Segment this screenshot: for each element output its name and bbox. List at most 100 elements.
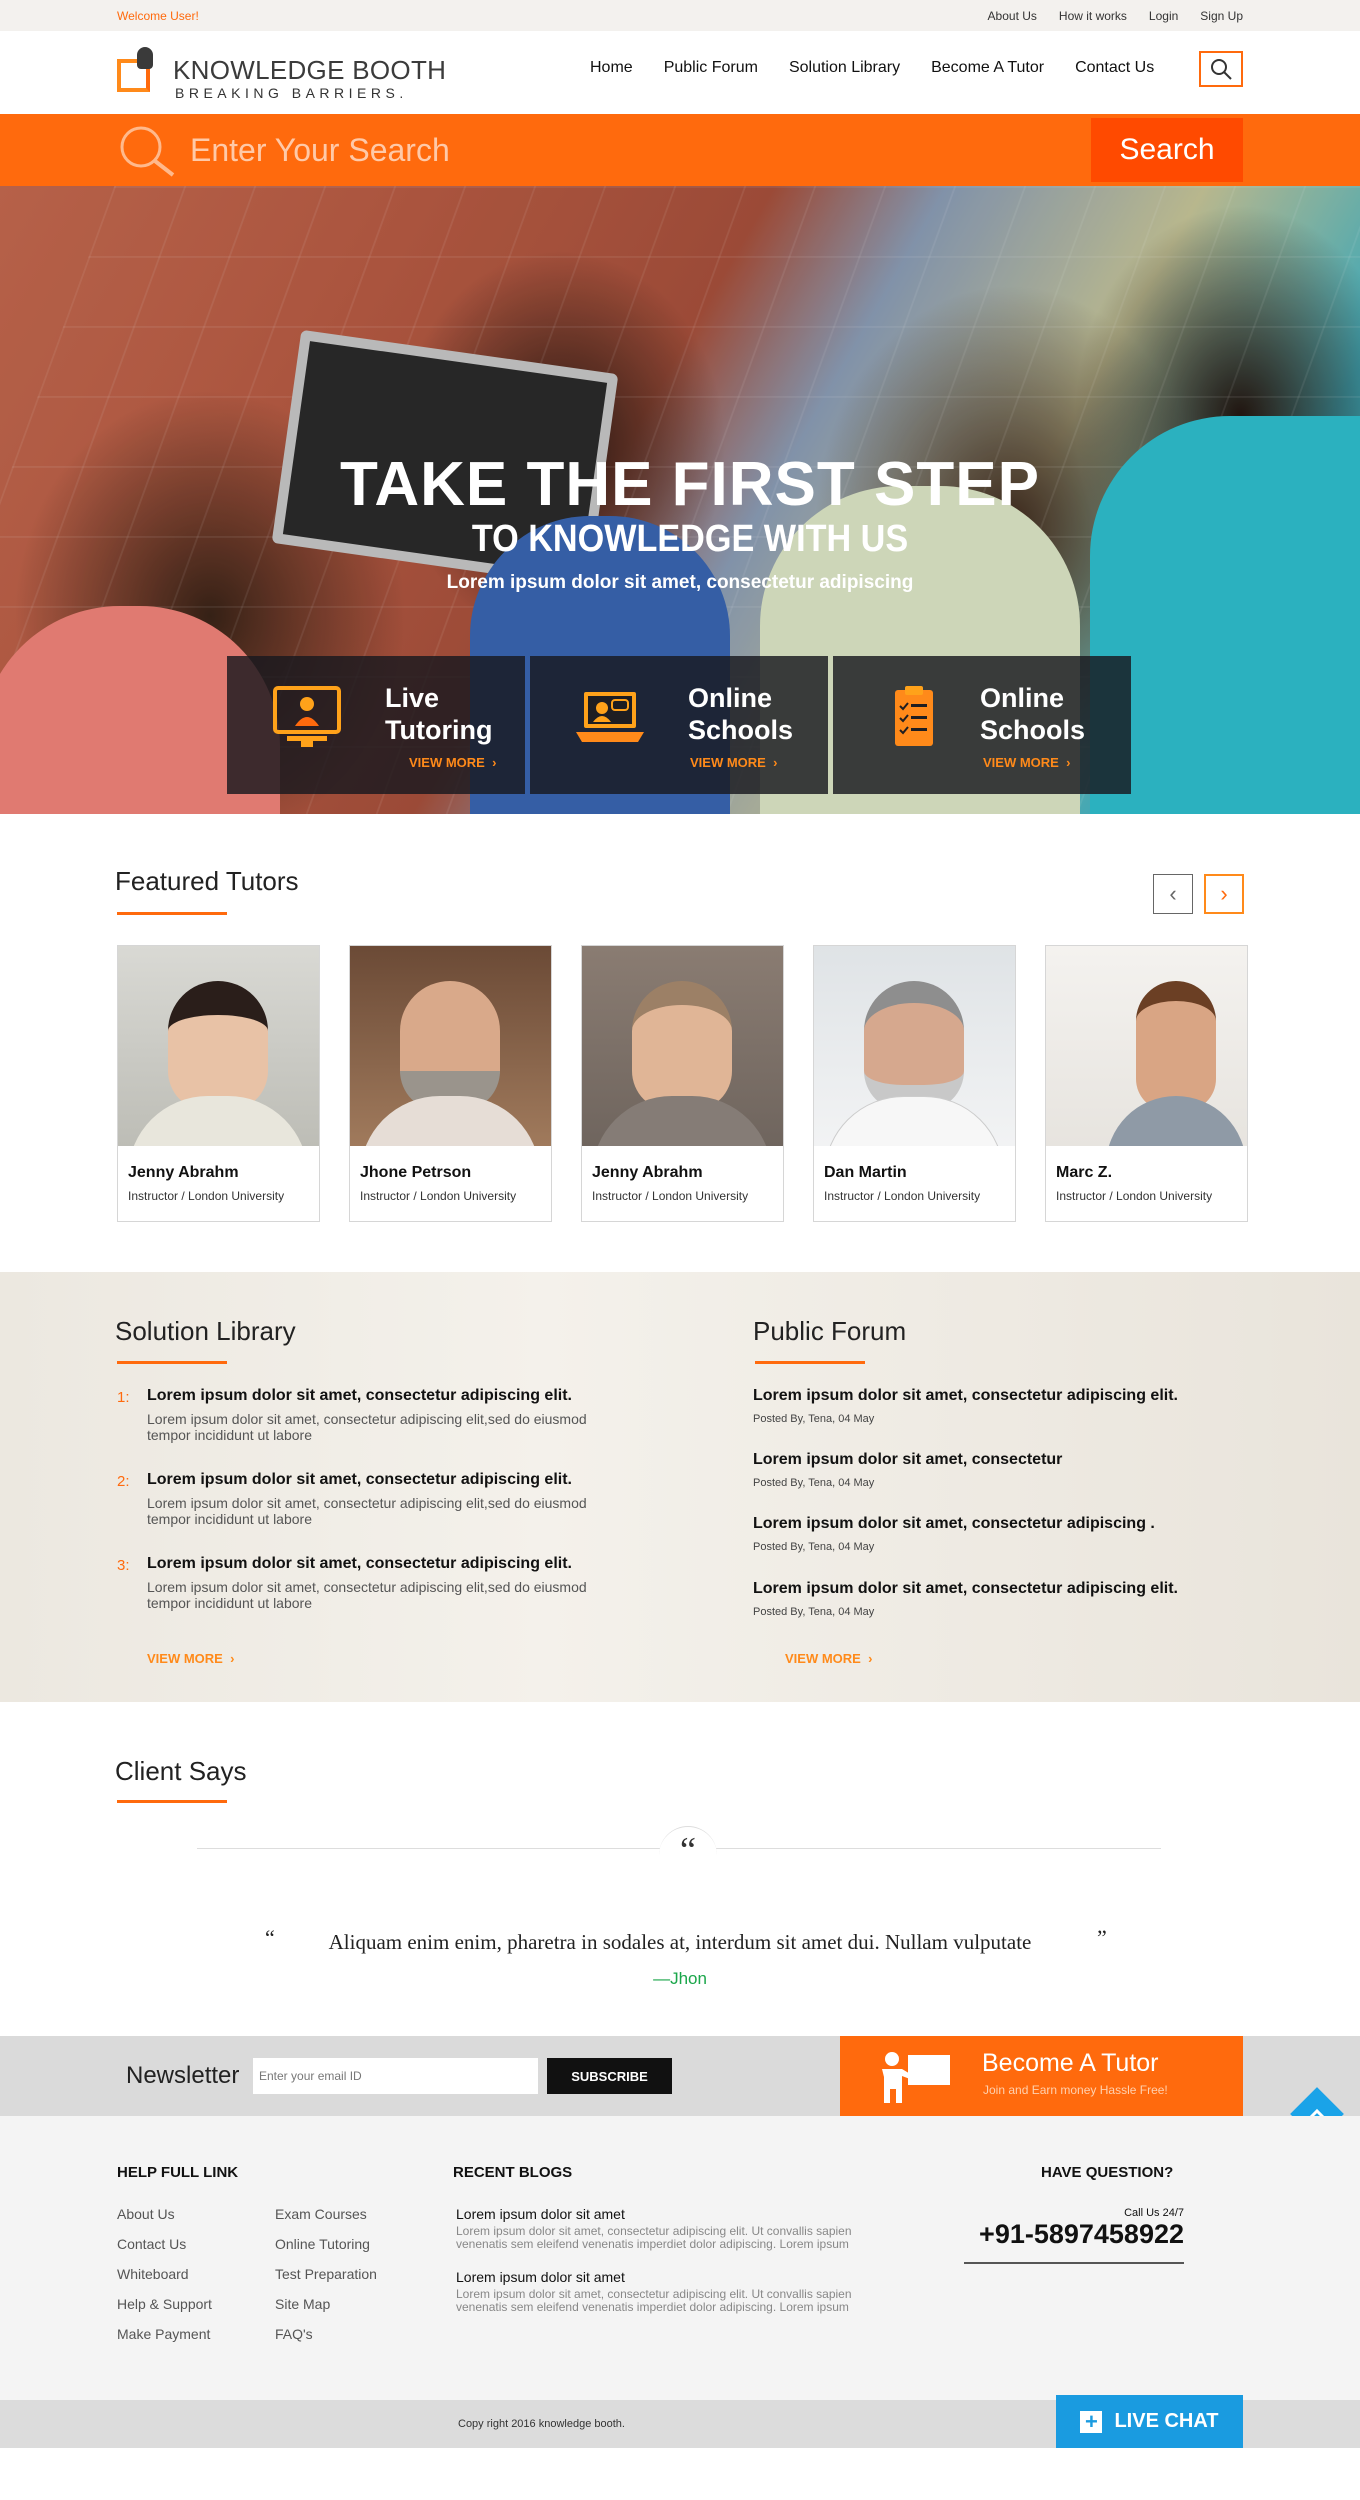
footer-link-faq[interactable]: FAQ's [275, 2326, 313, 2342]
logo-tagline: BREAKING BARRIERS. [175, 85, 408, 101]
nav-solution-library[interactable]: Solution Library [789, 59, 900, 77]
call-label: Call Us 24/7 [1124, 2207, 1184, 2219]
feature-view-more-link[interactable]: VIEW MORE › [690, 755, 777, 770]
nav-contact-us[interactable]: Contact Us [1075, 59, 1154, 77]
feature-online-schools-2[interactable]: Online Schools VIEW MORE › [833, 656, 1131, 794]
phone-number[interactable]: +91-5897458922 [964, 2219, 1184, 2250]
solution-library-title: Solution Library [115, 1316, 296, 1346]
forum-post-meta: Posted By, Tena, 04 May [753, 1413, 875, 1425]
tutor-card[interactable]: Marc Z. Instructor / London University [1045, 945, 1248, 1222]
logo-title: KNOWLEDGE BOOTH [173, 55, 447, 85]
search-input[interactable]: Enter Your Search [190, 132, 450, 169]
feature-label-line2: Tutoring [385, 715, 493, 745]
chevron-left-icon: ‹ [1169, 881, 1177, 906]
forum-post[interactable]: Lorem ipsum dolor sit amet, consectetur … [753, 1515, 1273, 1553]
chevron-right-icon: › [773, 755, 778, 770]
library-view-more-link[interactable]: VIEW MORE › [147, 1651, 234, 1666]
tutor-photo-face [632, 981, 732, 1111]
forum-view-more-link[interactable]: VIEW MORE › [785, 1651, 872, 1666]
hero-subtitle: TO KNOWLEDGE WITH US [471, 518, 909, 560]
footer-link-whiteboard[interactable]: Whiteboard [117, 2266, 189, 2282]
teacher-board-icon [882, 2052, 950, 2103]
footer-link-help[interactable]: Help & Support [117, 2296, 212, 2312]
newsletter-email-input[interactable]: Enter your email ID [253, 2058, 538, 2094]
tutor-photo-body [128, 1096, 308, 1146]
tutors-next-button[interactable]: › [1204, 874, 1244, 914]
lightbulb-icon [137, 47, 153, 69]
become-tutor-banner[interactable]: Become A Tutor Join and Earn money Hassl… [840, 2036, 1243, 2116]
tutor-monitor-icon [273, 686, 341, 747]
forum-post[interactable]: Lorem ipsum dolor sit amet, consectetur … [753, 1451, 1273, 1489]
feature-live-tutoring[interactable]: Live Tutoring VIEW MORE › [227, 656, 525, 794]
blog-title[interactable]: Lorem ipsum dolor sit amet [456, 2269, 625, 2285]
search-bar: Enter Your Search Search [0, 114, 1360, 186]
footer-blogs-title: RECENT BLOGS [453, 2164, 573, 2181]
feature-label-line1: Online [688, 683, 773, 713]
newsletter-label: Newsletter [126, 2062, 240, 2089]
tutor-photo-face [864, 981, 964, 1111]
tutor-card[interactable]: Jenny Abrahm Instructor / London Univers… [581, 945, 784, 1222]
forum-post-title: Lorem ipsum dolor sit amet, consectetur … [753, 1580, 1178, 1597]
forum-post-meta: Posted By, Tena, 04 May [753, 1477, 875, 1489]
library-item-text: Lorem ipsum dolor sit amet, consectetur … [147, 1411, 587, 1443]
blog-title[interactable]: Lorem ipsum dolor sit amet [456, 2206, 625, 2222]
hero-banner: TAKE THE FIRST STEP TO KNOWLEDGE WITH US… [0, 186, 1360, 814]
footer-link-site-map[interactable]: Site Map [275, 2296, 330, 2312]
top-link-about[interactable]: About Us [988, 9, 1037, 23]
copyright-text: Copy right 2016 knowledge booth. [458, 2418, 625, 2430]
nav-become-tutor[interactable]: Become A Tutor [931, 59, 1044, 77]
tutors-prev-button[interactable]: ‹ [1153, 874, 1193, 914]
tutor-card[interactable]: Dan Martin Instructor / London Universit… [813, 945, 1016, 1222]
view-more-label: VIEW MORE [147, 1651, 223, 1666]
search-icon [1211, 59, 1232, 80]
tutor-name: Jenny Abrahm [592, 1164, 703, 1181]
testimonial-text: Aliquam enim enim, pharetra in sodales a… [328, 1930, 1032, 1954]
footer-link-contact[interactable]: Contact Us [117, 2236, 186, 2252]
tutor-card[interactable]: Jenny Abrahm Instructor / London Univers… [117, 945, 320, 1222]
phone-underline [964, 2262, 1184, 2264]
forum-post[interactable]: Lorem ipsum dolor sit amet, consectetur … [753, 1580, 1273, 1618]
forum-post-meta: Posted By, Tena, 04 May [753, 1606, 875, 1618]
search-button[interactable]: Search [1091, 118, 1243, 182]
library-item-title: Lorem ipsum dolor sit amet, consectetur … [147, 1471, 572, 1488]
blog-excerpt: Lorem ipsum dolor sit amet, consectetur … [456, 2224, 852, 2251]
header-search-button[interactable] [1199, 51, 1243, 87]
footer [0, 2116, 1360, 2400]
top-links: About Us How it works Login Sign Up [988, 9, 1243, 23]
footer-link-online-tutoring[interactable]: Online Tutoring [275, 2236, 370, 2252]
feature-online-schools-1[interactable]: Online Schools VIEW MORE › [530, 656, 828, 794]
forum-post-meta: Posted By, Tena, 04 May [753, 1541, 875, 1553]
nav-home[interactable]: Home [590, 59, 633, 77]
top-bar: Welcome User! About Us How it works Logi… [0, 0, 1360, 31]
top-link-signup[interactable]: Sign Up [1200, 9, 1243, 23]
feature-label: Online Schools [980, 682, 1085, 746]
footer-link-test-prep[interactable]: Test Preparation [275, 2266, 377, 2282]
library-item-number: 2: [117, 1473, 130, 1490]
footer-link-exam-courses[interactable]: Exam Courses [275, 2206, 367, 2222]
live-chat-button[interactable]: + LIVE CHAT [1056, 2395, 1243, 2448]
library-item-text: Lorem ipsum dolor sit amet, consectetur … [147, 1495, 587, 1527]
chevron-right-icon: › [492, 755, 497, 770]
feature-label: Live Tutoring [385, 682, 492, 746]
tutor-photo [582, 946, 783, 1146]
public-forum-title: Public Forum [753, 1316, 907, 1346]
tutor-card[interactable]: Jhone Petrson Instructor / London Univer… [349, 945, 552, 1222]
feature-view-more-link[interactable]: VIEW MORE › [983, 755, 1070, 770]
top-link-how-it-works[interactable]: How it works [1059, 9, 1127, 23]
forum-post[interactable]: Lorem ipsum dolor sit amet, consectetur … [753, 1387, 1273, 1425]
feature-label-line1: Online [980, 683, 1065, 713]
footer-link-payment[interactable]: Make Payment [117, 2326, 210, 2342]
library-item-title: Lorem ipsum dolor sit amet, consectetur … [147, 1555, 572, 1572]
chevron-right-icon: › [868, 1651, 873, 1666]
laptop-chat-icon [576, 692, 644, 742]
tutor-photo-body [1106, 1096, 1246, 1146]
nav-public-forum[interactable]: Public Forum [664, 59, 758, 77]
view-more-label: VIEW MORE [983, 755, 1059, 770]
feature-label: Online Schools [688, 682, 793, 746]
subscribe-button[interactable]: SUBSCRIBE [547, 2058, 672, 2094]
logo[interactable]: KNOWLEDGE BOOTH BREAKING BARRIERS. [117, 45, 446, 101]
library-item-number: 3: [117, 1557, 130, 1574]
footer-link-about[interactable]: About Us [117, 2206, 175, 2222]
top-link-login[interactable]: Login [1149, 9, 1178, 23]
feature-view-more-link[interactable]: VIEW MORE › [409, 755, 496, 770]
